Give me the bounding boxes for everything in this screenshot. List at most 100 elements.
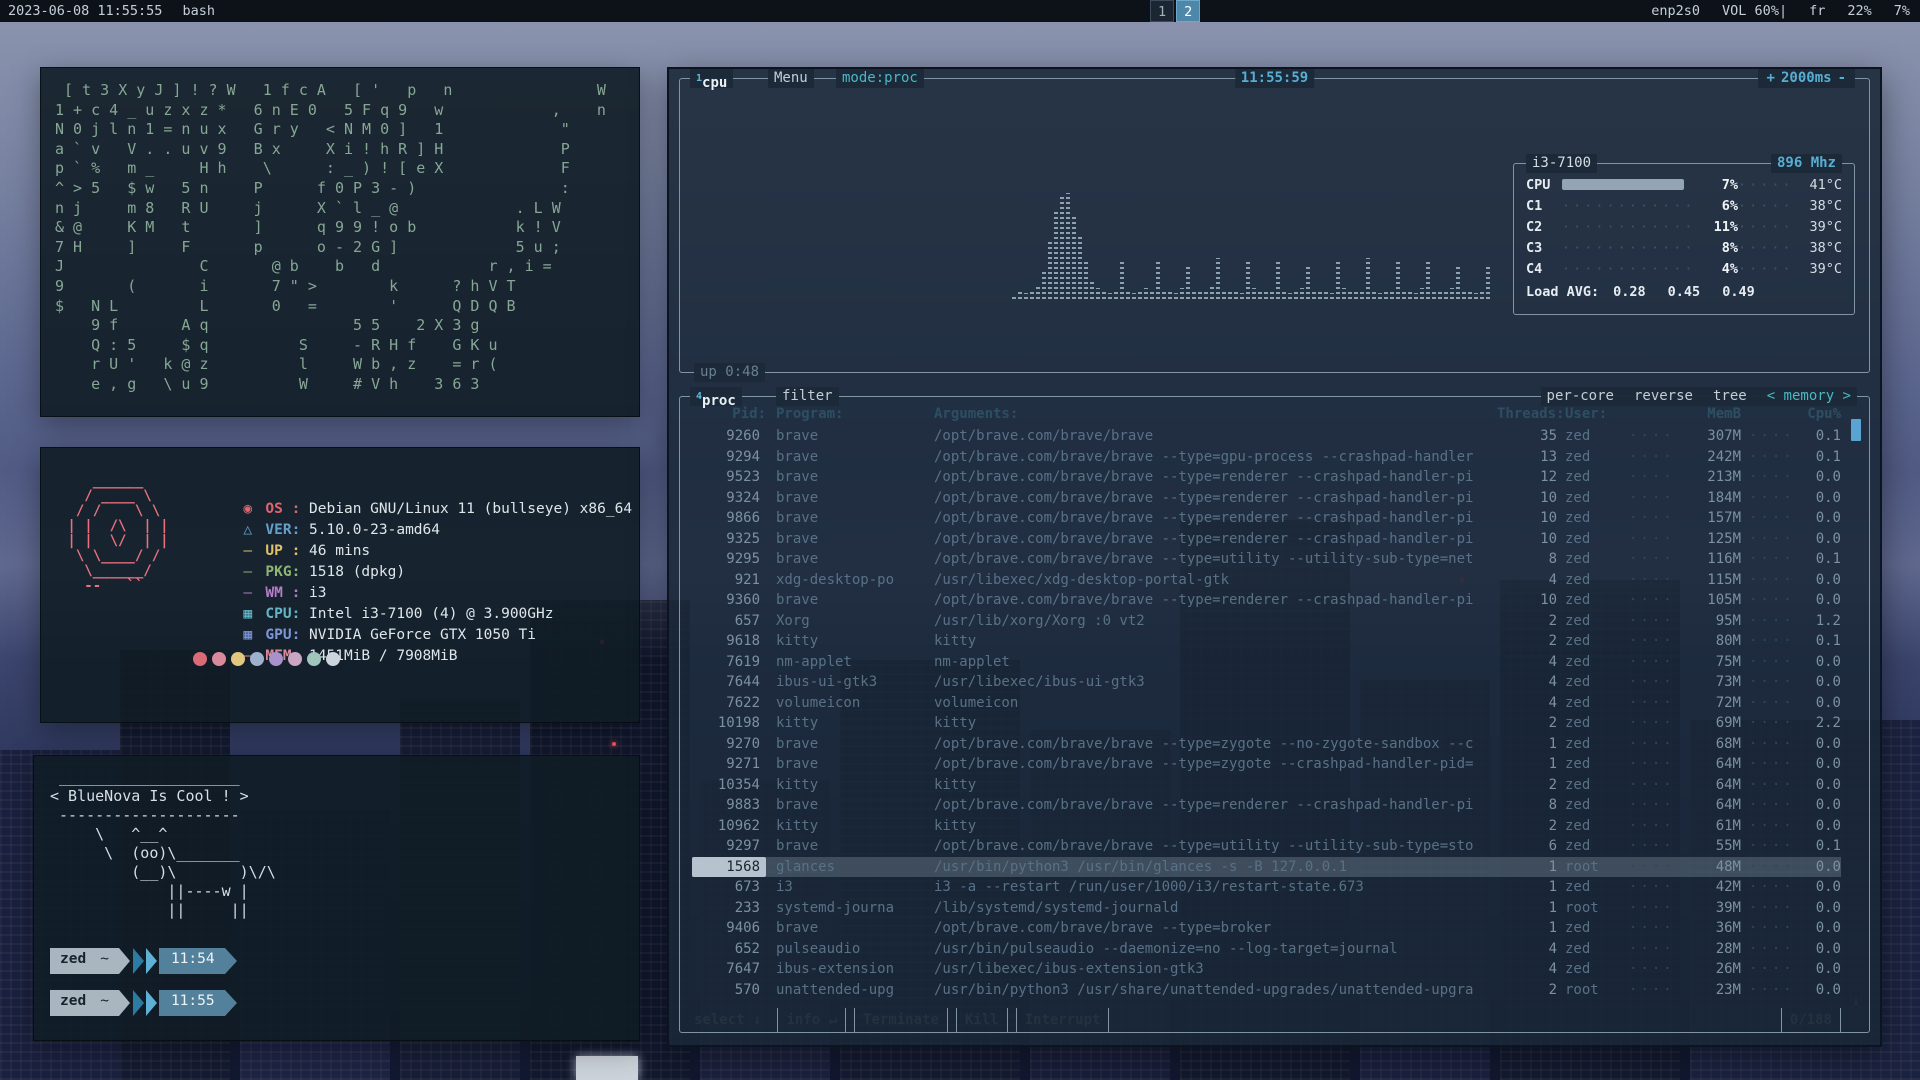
- dotted-leader: [1741, 631, 1797, 652]
- info-icon: ◉: [243, 499, 265, 520]
- scroll-up-icon[interactable]: ↑: [1848, 403, 1864, 417]
- dotted-leader: [1621, 857, 1677, 878]
- dotted-leader: [1738, 198, 1796, 214]
- process-row[interactable]: 921 xdg-desktop-po /usr/libexec/xdg-desk…: [692, 570, 1841, 591]
- process-user: zed: [1557, 570, 1621, 591]
- process-row[interactable]: 9325 brave /opt/brave.com/brave/brave --…: [692, 529, 1841, 550]
- terminal-neofetch[interactable]: ______ / ____ \ / / \ \ | | /\ | | | | \…: [40, 447, 640, 723]
- process-row[interactable]: 9883 brave /opt/brave.com/brave/brave --…: [692, 795, 1841, 816]
- matrix-line: e , g \ u 9 W # V h 3 6 3: [55, 375, 625, 395]
- process-pid: 9360: [692, 590, 766, 611]
- header-user[interactable]: User:: [1557, 402, 1621, 426]
- scrollbar-thumb[interactable]: [1851, 419, 1861, 441]
- process-row[interactable]: 570 unattended-upg /usr/bin/python3 /usr…: [692, 980, 1841, 1001]
- cpu-graph-column: [1192, 290, 1196, 299]
- select-button[interactable]: select ↓: [692, 1008, 769, 1032]
- process-program: pulseaudio: [766, 939, 924, 960]
- header-program[interactable]: Program:: [766, 402, 924, 426]
- process-row[interactable]: 10198 kitty kitty 2 zed 69M 2.2: [692, 713, 1841, 734]
- status-item: fr: [1809, 0, 1825, 22]
- process-row[interactable]: 9297 brave /opt/brave.com/brave/brave --…: [692, 836, 1841, 857]
- kill-button[interactable]: Kill: [956, 1008, 1008, 1032]
- process-row[interactable]: 9406 brave /opt/brave.com/brave/brave --…: [692, 918, 1841, 939]
- process-program: ibus-extension: [766, 959, 924, 980]
- dotted-leader: [1741, 672, 1797, 693]
- terminal-cmatrix[interactable]: [ t 3 X y J ] ! ? W 1 f c A [ ' p n W1 +…: [40, 67, 640, 417]
- btop-window[interactable]: 1cpu Menu mode:proc 11:55:59 +2000ms- i3…: [667, 67, 1882, 1047]
- matrix-line: N 0 j l n 1 = n u x G r y < N M 0 ] 1 ": [55, 120, 625, 140]
- rate-increase-button[interactable]: +: [1767, 70, 1775, 86]
- process-threads: 8: [1497, 549, 1557, 570]
- process-row[interactable]: 9866 brave /opt/brave.com/brave/brave --…: [692, 508, 1841, 529]
- process-row[interactable]: 7619 nm-applet nm-applet 4 zed 75M 0.0: [692, 652, 1841, 673]
- shell-prompt[interactable]: zed~11:54: [50, 948, 237, 974]
- process-footer: select ↓ info ↵ Terminate Kill Interrupt…: [692, 1008, 1841, 1032]
- cpu-graph-column: [1054, 211, 1058, 299]
- process-row[interactable]: 9294 brave /opt/brave.com/brave/brave --…: [692, 447, 1841, 468]
- process-threads: 10: [1497, 529, 1557, 550]
- info-value: NVIDIA GeForce GTX 1050 Ti: [309, 627, 536, 643]
- scrollbar[interactable]: ↑ ↓: [1848, 403, 1864, 1006]
- dotted-leader: [1621, 570, 1677, 591]
- cpu-graph-column: [1078, 236, 1082, 299]
- process-pid: 9523: [692, 467, 766, 488]
- header-threads[interactable]: Threads:: [1497, 402, 1557, 426]
- shell-prompt[interactable]: zed~11:55: [50, 990, 237, 1016]
- process-row[interactable]: 233 systemd-journa /lib/systemd/systemd-…: [692, 898, 1841, 919]
- terminate-button[interactable]: Terminate: [854, 1008, 948, 1032]
- process-user: zed: [1557, 795, 1621, 816]
- workspace-button[interactable]: 2: [1176, 0, 1200, 22]
- cpu-graph-column: [1258, 292, 1262, 299]
- process-arguments: nm-applet: [924, 652, 1497, 673]
- cpu-graph-column: [1228, 292, 1232, 299]
- header-arguments[interactable]: Arguments:: [924, 402, 1497, 426]
- process-row[interactable]: 9360 brave /opt/brave.com/brave/brave --…: [692, 590, 1841, 611]
- process-row[interactable]: 9523 brave /opt/brave.com/brave/brave --…: [692, 467, 1841, 488]
- process-row[interactable]: 1568 glances /usr/bin/python3 /usr/bin/g…: [692, 857, 1841, 878]
- focused-window-title: bash: [182, 0, 215, 22]
- core-temp: 38°C: [1796, 198, 1842, 214]
- rate-decrease-button[interactable]: -: [1838, 70, 1846, 86]
- info-icon: –: [243, 562, 265, 583]
- header-pid[interactable]: Pid:: [692, 402, 766, 426]
- cpu-graph-column: [1024, 293, 1028, 299]
- header-memory[interactable]: MemB: [1677, 402, 1741, 426]
- palette-dot: [231, 652, 245, 666]
- process-arguments: /opt/brave.com/brave/brave --type=broker: [924, 918, 1497, 939]
- scroll-down-icon[interactable]: ↓: [1848, 994, 1864, 1008]
- process-row[interactable]: 9618 kitty kitty 2 zed 80M 0.1: [692, 631, 1841, 652]
- terminal-cowsay[interactable]: ____________________< BlueNova Is Cool !…: [33, 755, 640, 1041]
- process-row[interactable]: 652 pulseaudio /usr/bin/pulseaudio --dae…: [692, 939, 1841, 960]
- process-row[interactable]: 9270 brave /opt/brave.com/brave/brave --…: [692, 734, 1841, 755]
- process-row[interactable]: 10354 kitty kitty 2 zed 64M 0.0: [692, 775, 1841, 796]
- process-arguments: /opt/brave.com/brave/brave --type=render…: [924, 488, 1497, 509]
- dotted-leader: [1741, 508, 1797, 529]
- process-row[interactable]: 9260 brave /opt/brave.com/brave/brave 35…: [692, 426, 1841, 447]
- process-row[interactable]: 9295 brave /opt/brave.com/brave/brave --…: [692, 549, 1841, 570]
- process-row[interactable]: 7622 volumeicon volumeicon 4 zed 72M 0.0: [692, 693, 1841, 714]
- process-pid: 9295: [692, 549, 766, 570]
- menu-button[interactable]: Menu: [774, 70, 808, 86]
- process-cpu: 0.0: [1797, 467, 1841, 488]
- process-row[interactable]: 673 i3 i3 -a --restart /run/user/1000/i3…: [692, 877, 1841, 898]
- process-memory: 307M: [1677, 426, 1741, 447]
- interrupt-button[interactable]: Interrupt: [1016, 1008, 1110, 1032]
- cpu-graph-column: [1306, 264, 1310, 299]
- info-button[interactable]: info ↵: [777, 1008, 846, 1032]
- dotted-leader: [1621, 877, 1677, 898]
- process-row[interactable]: 7647 ibus-extension /usr/libexec/ibus-ex…: [692, 959, 1841, 980]
- process-memory: 242M: [1677, 447, 1741, 468]
- process-pid: 9866: [692, 508, 766, 529]
- cpu-graph-column: [1468, 289, 1472, 299]
- ascii-art-line: / ____ \: [59, 489, 169, 504]
- dotted-leader: [1621, 447, 1677, 468]
- process-row[interactable]: 657 Xorg /usr/lib/xorg/Xorg :0 vt2 2 zed…: [692, 611, 1841, 632]
- process-row[interactable]: 9324 brave /opt/brave.com/brave/brave --…: [692, 488, 1841, 509]
- process-row[interactable]: 10962 kitty kitty 2 zed 61M 0.0: [692, 816, 1841, 837]
- workspace-button[interactable]: 1: [1150, 0, 1174, 22]
- cpu-graph-column: [1186, 265, 1190, 299]
- header-cpu[interactable]: Cpu%: [1797, 402, 1841, 426]
- process-row[interactable]: 7644 ibus-ui-gtk3 /usr/libexec/ibus-ui-g…: [692, 672, 1841, 693]
- process-row[interactable]: 9271 brave /opt/brave.com/brave/brave --…: [692, 754, 1841, 775]
- process-threads: 2: [1497, 775, 1557, 796]
